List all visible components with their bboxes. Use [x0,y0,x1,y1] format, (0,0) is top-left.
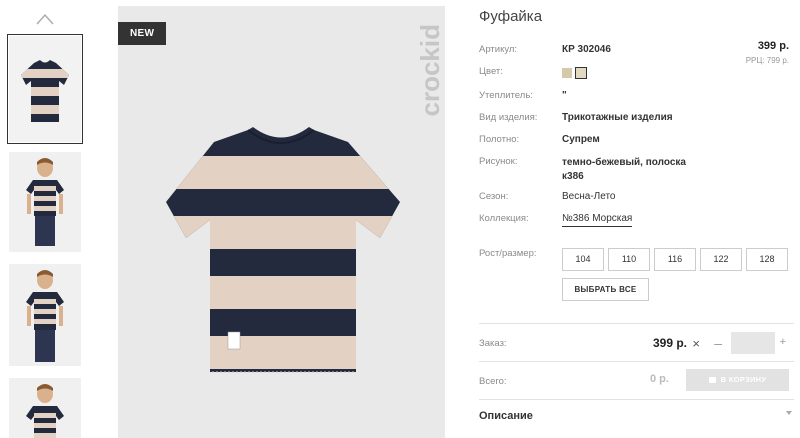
divider [479,323,794,324]
order-price: 399 р. [652,336,687,350]
total-label: Всего: [479,376,507,387]
add-to-cart-button[interactable]: В КОРЗИНУ [686,369,789,391]
chevron-up-icon[interactable] [36,12,54,26]
total-value: 0 р. [650,373,669,385]
attr-label: Утеплитель: [479,90,533,101]
description-toggle[interactable]: Описание [479,410,533,422]
attr-value: КР 302046 [562,44,611,55]
size-option-110[interactable]: 110 [608,248,650,271]
quantity-input[interactable] [731,332,775,354]
order-label: Заказ: [479,338,507,349]
collection-link[interactable]: №386 Морская [562,213,633,227]
divider [479,361,794,362]
thumbnail-model-back[interactable] [9,378,81,438]
product-info: Фуфайка 399 р. РРЦ: 799 р. Артикул: КР 3… [479,0,794,438]
attr-value: Трикотажные изделия [562,112,673,123]
main-product-image[interactable]: NEW crockid [118,6,445,438]
increase-quantity-button[interactable]: + [780,336,786,348]
add-to-cart-label: В КОРЗИНУ [720,375,767,384]
color-swatch[interactable] [562,68,572,78]
cart-icon [708,377,716,383]
product-title: Фуфайка [479,8,543,25]
color-swatch-selected[interactable] [575,67,587,79]
attr-label: Артикул: [479,44,518,55]
size-option-104[interactable]: 104 [562,248,604,271]
attr-label: Рисунок: [479,156,518,167]
thumbnail-gallery [0,0,92,438]
select-all-sizes-button[interactable]: ВЫБРАТЬ ВСЕ [562,278,649,301]
size-option-128[interactable]: 128 [746,248,788,271]
thumbnail-model-side[interactable] [9,264,81,366]
decrease-quantity-button[interactable]: – [714,335,722,351]
attr-label: Коллекция: [479,213,529,224]
attr-value: " [562,90,567,101]
product-price: 399 р. [757,40,789,52]
attr-value: темно-бежевый, полоска к386 [562,157,686,182]
attr-label: Цвет: [479,66,503,77]
size-option-122[interactable]: 122 [700,248,742,271]
recommended-price: РРЦ: 799 р. [745,56,789,65]
attr-label: Вид изделия: [479,112,538,123]
attr-value: Супрем [562,134,600,145]
size-label: Рост/размер: [479,248,537,259]
tshirt-illustration [166,127,400,373]
attr-label: Полотно: [479,134,520,145]
attr-value: Весна-Лето [562,191,616,202]
chevron-down-icon[interactable] [786,411,792,415]
thumbnail-model-front[interactable] [9,152,81,252]
attr-label: Сезон: [479,191,509,202]
divider [479,399,794,400]
thumbnail-shirt[interactable] [7,34,83,144]
size-option-116[interactable]: 116 [654,248,696,271]
multiply-sign: × [692,336,700,351]
